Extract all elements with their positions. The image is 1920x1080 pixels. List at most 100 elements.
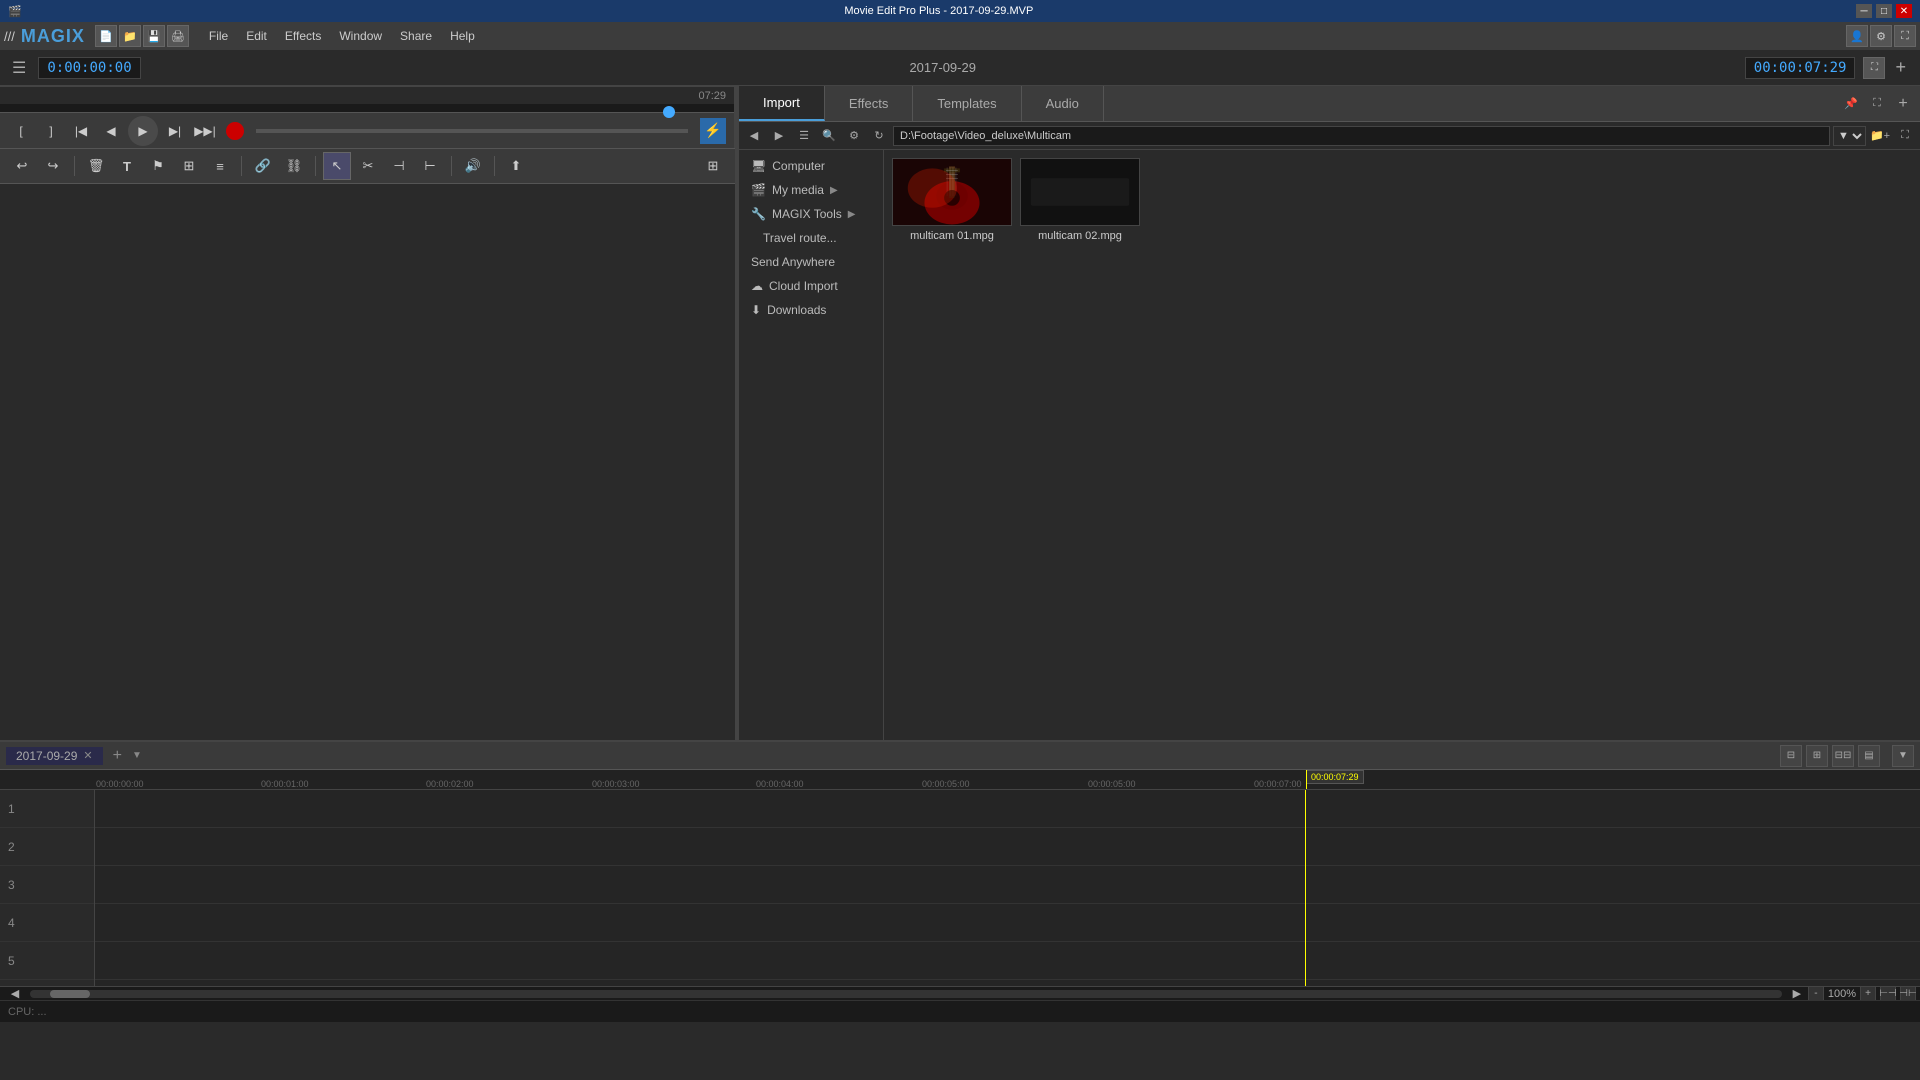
track-row-5[interactable]	[95, 942, 1920, 980]
pin-button[interactable]: 📌	[1840, 93, 1862, 115]
timeline-view[interactable]: ▤	[1858, 745, 1880, 767]
open-button[interactable]: 📁	[119, 25, 141, 47]
nav-travel-label: Travel route...	[763, 231, 837, 245]
track-label-4: 4	[0, 904, 94, 942]
add-panel-icon[interactable]: +	[1892, 93, 1914, 115]
track-row-4[interactable]	[95, 904, 1920, 942]
media-item-2[interactable]: multicam 02.mpg	[1020, 158, 1140, 242]
skip-back-button[interactable]: |◀	[68, 118, 94, 144]
prev-frame-button[interactable]: ◀	[98, 118, 124, 144]
timeline-add-button[interactable]: +	[109, 747, 126, 765]
timeline-ruler[interactable]: 00:00:00:00 00:00:01:00 00:00:02:00 00:0…	[0, 770, 1920, 790]
timecode-left[interactable]: 0:00:00:00	[38, 57, 140, 79]
tab-effects[interactable]: Effects	[825, 86, 914, 121]
path-dropdown[interactable]: ▼	[1833, 126, 1866, 146]
panel-expand-button[interactable]: ⛶	[1894, 125, 1916, 147]
redo-button[interactable]: ↪	[39, 152, 67, 180]
preview-progress-bar[interactable]	[256, 129, 688, 133]
menu-share[interactable]: Share	[392, 27, 440, 45]
new-folder-button[interactable]: 📁+	[1869, 125, 1891, 147]
volume-button[interactable]: 🔊	[459, 152, 487, 180]
expand-icon[interactable]: ⛶	[1894, 25, 1916, 47]
bracket-in-button[interactable]: [	[8, 118, 34, 144]
menu-window[interactable]: Window	[331, 27, 390, 45]
refresh-button[interactable]: ↻	[868, 125, 890, 147]
delete-button[interactable]: 🗑	[82, 152, 110, 180]
smart-render-button[interactable]: ⚡	[700, 118, 726, 144]
scroll-thumb[interactable]	[50, 990, 90, 998]
nav-computer[interactable]: 🖥 Computer	[739, 154, 883, 178]
ruler-tick: 00:00:07:00	[1254, 779, 1302, 789]
unlink-button[interactable]: ⛓	[280, 152, 308, 180]
hamburger-menu[interactable]: ☰	[8, 54, 30, 82]
close-button[interactable]: ✕	[1896, 4, 1912, 18]
skip-fwd-button[interactable]: ▶▶|	[192, 118, 218, 144]
split-left-tool[interactable]: ⊣	[385, 152, 413, 180]
nav-cloud-import[interactable]: ☁ Cloud Import	[739, 274, 883, 298]
add-panel-button[interactable]: +	[1889, 55, 1912, 80]
maximize-button[interactable]: □	[1876, 4, 1892, 18]
track-row-3[interactable]	[95, 866, 1920, 904]
media-grid: multicam 01.mpg multicam 02.mpg	[884, 150, 1920, 740]
menu-file[interactable]: File	[201, 27, 236, 45]
tab-templates[interactable]: Templates	[913, 86, 1021, 121]
timecode-right[interactable]: 00:00:07:29	[1745, 57, 1856, 79]
save-button[interactable]: 💾	[143, 25, 165, 47]
marker-button[interactable]: ⚑	[144, 152, 172, 180]
nav-magix-tools[interactable]: 🔧 MAGIX Tools ▶	[739, 202, 883, 226]
track-row-1[interactable]	[95, 790, 1920, 828]
topbar: ☰ 0:00:00:00 2017-09-29 00:00:07:29 ⛶ +	[0, 50, 1920, 86]
menu-edit[interactable]: Edit	[238, 27, 275, 45]
scrubber-handle[interactable]	[663, 106, 675, 118]
bracket-out-button[interactable]: ]	[38, 118, 64, 144]
text-button[interactable]: T	[113, 152, 141, 180]
media-item[interactable]: multicam 01.mpg	[892, 158, 1012, 242]
grid-view-button[interactable]: ⊞	[699, 152, 727, 180]
select-tool[interactable]: ↖	[323, 152, 351, 180]
scroll-track[interactable]	[30, 990, 1782, 998]
back-button[interactable]: ◀	[743, 125, 765, 147]
nav-downloads[interactable]: ⬇ Downloads	[739, 298, 883, 322]
account-icon[interactable]: 👤	[1846, 25, 1868, 47]
magix-tools-arrow: ▶	[848, 209, 856, 220]
print-button[interactable]: 🖨	[167, 25, 189, 47]
trim-button[interactable]: ≡	[206, 152, 234, 180]
tab-audio[interactable]: Audio	[1022, 86, 1104, 121]
collapse-button[interactable]: ▼	[1892, 745, 1914, 767]
record-button[interactable]	[226, 122, 244, 140]
timeline-arrow[interactable]: ▼	[132, 750, 142, 761]
split-right-tool[interactable]: ⊢	[416, 152, 444, 180]
play-button[interactable]: ▶	[128, 116, 158, 146]
menu-help[interactable]: Help	[442, 27, 483, 45]
new-button[interactable]: 📄	[95, 25, 117, 47]
timeline-close[interactable]: ✕	[83, 749, 92, 762]
track-area[interactable]	[95, 790, 1920, 986]
nav-send-anywhere[interactable]: Send Anywhere	[739, 250, 883, 274]
timeline-tab[interactable]: 2017-09-29 ✕	[6, 747, 103, 765]
expand-panel-button[interactable]: ⛶	[1866, 93, 1888, 115]
menu-effects[interactable]: Effects	[277, 27, 329, 45]
track-row-2[interactable]	[95, 828, 1920, 866]
minimize-button[interactable]: ─	[1856, 4, 1872, 18]
next-frame-button[interactable]: ▶|	[162, 118, 188, 144]
storyboard-view[interactable]: ⊟⊟	[1832, 745, 1854, 767]
link-button[interactable]: 🔗	[249, 152, 277, 180]
filter-button[interactable]: ⚙	[843, 125, 865, 147]
export-button[interactable]: ⬆	[502, 152, 530, 180]
single-track-view[interactable]: ⊟	[1780, 745, 1802, 767]
fullscreen-button[interactable]: ⛶	[1863, 57, 1885, 79]
tab-import[interactable]: Import	[739, 86, 825, 121]
list-view-button[interactable]: ☰	[793, 125, 815, 147]
path-input[interactable]	[893, 126, 1830, 146]
undo-button[interactable]: ↩	[8, 152, 36, 180]
forward-button[interactable]: ▶	[768, 125, 790, 147]
scrubber-bar[interactable]	[0, 104, 734, 112]
search-button[interactable]: 🔍	[818, 125, 840, 147]
nav-my-media[interactable]: 🎬 My media ▶	[739, 178, 883, 202]
multi-track-view[interactable]: ⊞	[1806, 745, 1828, 767]
settings-icon[interactable]: ⚙	[1870, 25, 1892, 47]
cut-tool[interactable]: ✂	[354, 152, 382, 180]
cloud-icon: ☁	[751, 279, 763, 293]
group-button[interactable]: ⊞	[175, 152, 203, 180]
nav-travel-route[interactable]: Travel route...	[739, 226, 883, 250]
